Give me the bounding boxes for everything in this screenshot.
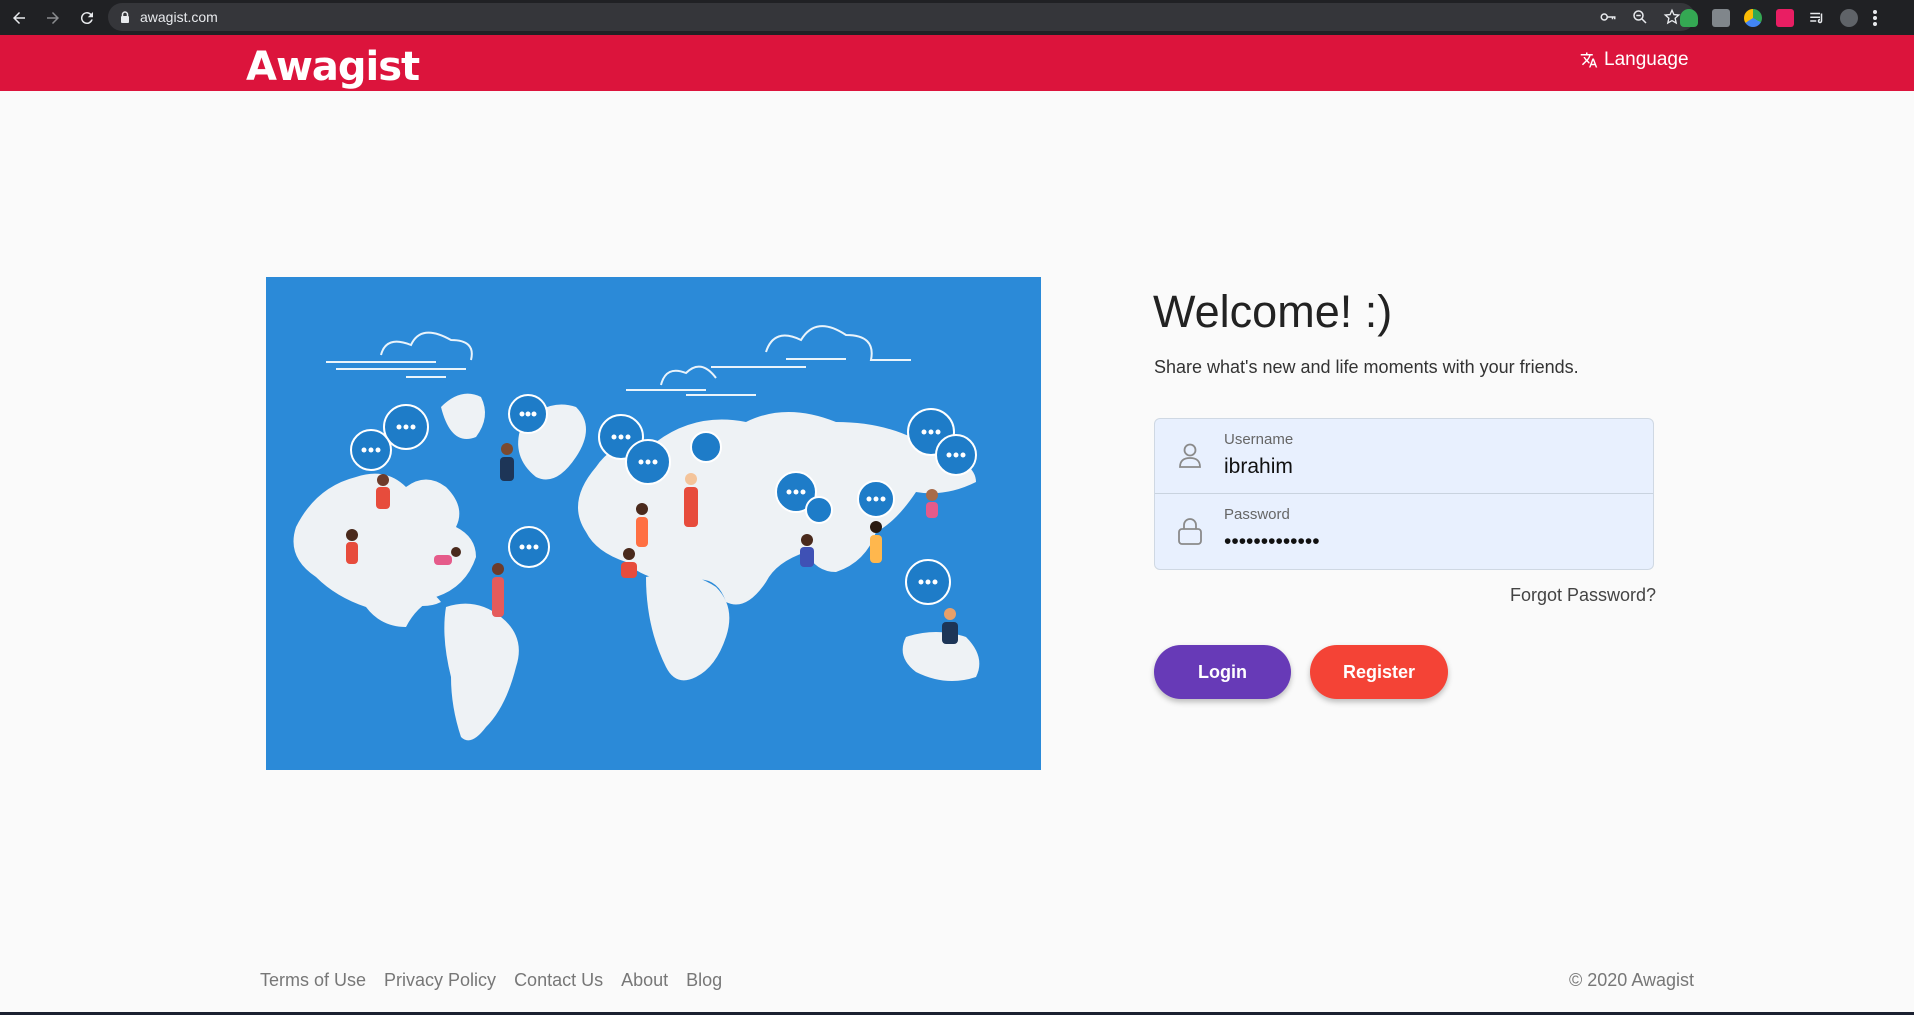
shield-extension-icon[interactable]: [1680, 8, 1698, 27]
login-form: Username Password: [1154, 418, 1654, 570]
password-label: Password: [1224, 506, 1290, 523]
site-header: Awagist Language: [0, 35, 1914, 91]
url-text: awagist.com: [140, 9, 218, 25]
menu-dots-icon[interactable]: [1872, 9, 1878, 27]
password-field[interactable]: Password: [1155, 494, 1653, 569]
user-icon: [1179, 443, 1201, 468]
lock-icon: [121, 11, 129, 23]
hero-illustration: [266, 277, 1041, 770]
pink-extension-icon[interactable]: [1776, 8, 1794, 27]
footer-link-privacy[interactable]: Privacy Policy: [384, 970, 496, 991]
footer-link-terms[interactable]: Terms of Use: [260, 970, 366, 991]
footer-link-blog[interactable]: Blog: [686, 970, 722, 991]
arrow-right-icon: [47, 11, 59, 24]
register-button[interactable]: Register: [1310, 645, 1448, 699]
username-field[interactable]: Username: [1155, 419, 1653, 494]
reading-list-icon[interactable]: [1808, 9, 1826, 27]
language-label: Language: [1604, 49, 1689, 70]
footer-link-contact[interactable]: Contact Us: [514, 970, 603, 991]
translate-icon: [1580, 52, 1598, 68]
logo[interactable]: Awagist: [246, 44, 420, 90]
login-button[interactable]: Login: [1154, 645, 1291, 699]
password-input[interactable]: [1224, 530, 1624, 554]
forgot-password-link[interactable]: Forgot Password?: [1510, 585, 1656, 606]
copyright: © 2020 Awagist: [1569, 970, 1695, 990]
footer-links: Terms of Use Privacy Policy Contact Us A…: [260, 970, 722, 991]
back-button[interactable]: [4, 3, 34, 33]
tagline: Share what's new and life moments with y…: [1154, 357, 1579, 377]
footer-link-about[interactable]: About: [621, 970, 668, 991]
avatar[interactable]: [1840, 8, 1858, 27]
extension-icon[interactable]: [1712, 8, 1730, 27]
browser-toolbar: awagist.com: [0, 0, 1914, 35]
colorful-extension-icon[interactable]: [1744, 8, 1762, 27]
lock-icon: [1178, 518, 1202, 545]
username-input[interactable]: [1224, 455, 1624, 479]
zoom-icon[interactable]: [1631, 8, 1649, 26]
address-bar[interactable]: awagist.com: [108, 3, 1695, 31]
language-selector[interactable]: Language: [1580, 49, 1689, 71]
forward-button[interactable]: [38, 3, 68, 33]
welcome-title: Welcome! :): [1153, 286, 1393, 337]
arrow-left-icon: [13, 11, 25, 24]
reload-icon: [80, 11, 93, 24]
username-label: Username: [1224, 431, 1294, 448]
star-icon[interactable]: [1663, 8, 1681, 26]
key-icon[interactable]: [1599, 8, 1617, 26]
reload-button[interactable]: [72, 3, 102, 33]
